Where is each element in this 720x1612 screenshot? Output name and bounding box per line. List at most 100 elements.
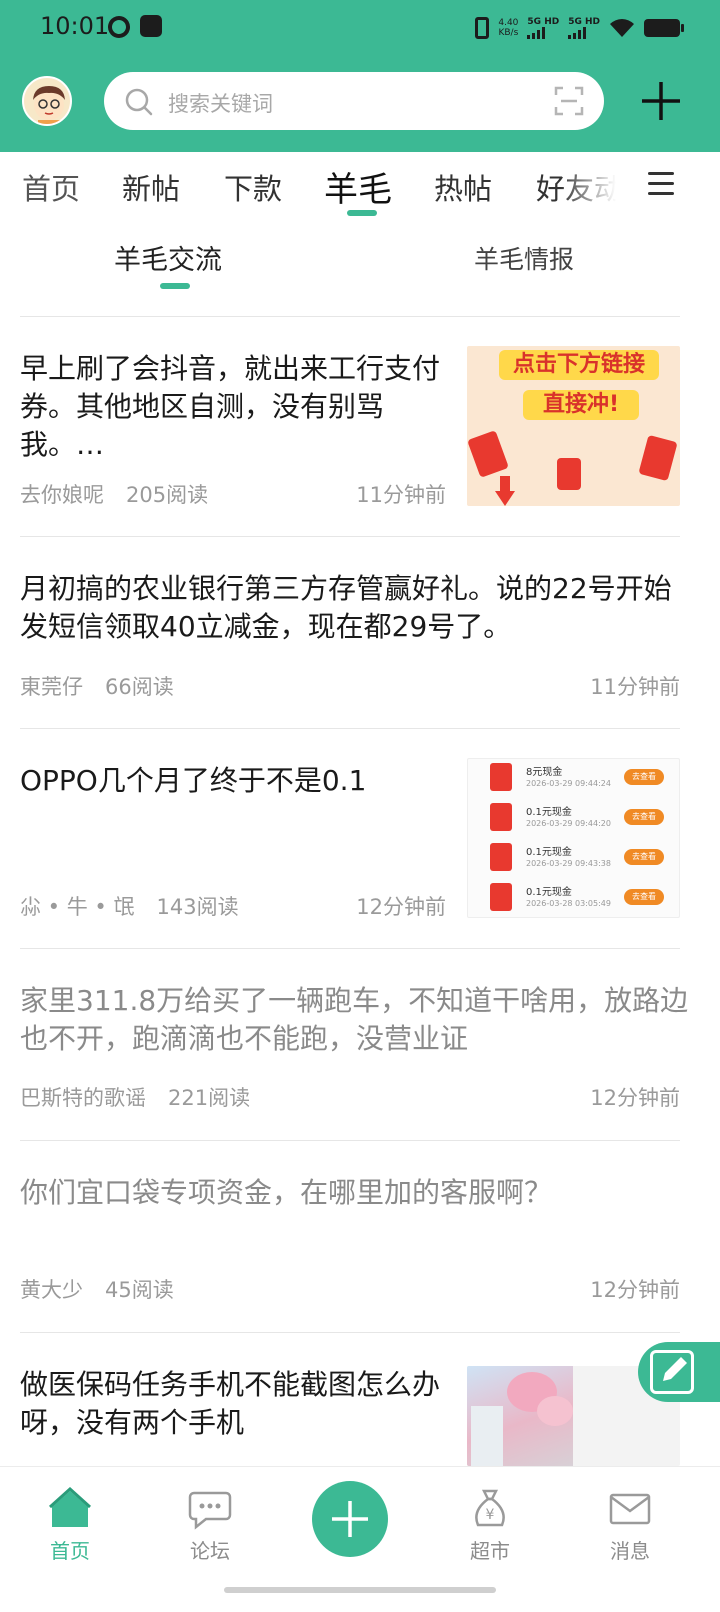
avatar-cartoon-icon bbox=[33, 86, 65, 124]
post-thumbnail: 8元现金 2026-03-29 09:44:24 去查看 0.1元现金 2026… bbox=[467, 758, 680, 918]
post-title: 做医保码任务手机不能截图怎么办呀，没有两个手机 bbox=[20, 1368, 441, 1439]
post-time: 11分钟前 bbox=[590, 675, 680, 699]
bottom-navigation: 首页 论坛 ¥ 超市 消息 bbox=[0, 1466, 720, 1612]
nav-forum[interactable]: 论坛 bbox=[160, 1467, 260, 1577]
money-bag-icon: ¥ bbox=[468, 1487, 512, 1531]
tab-new-posts[interactable]: 新帖 bbox=[122, 166, 180, 208]
reward-row: 0.1元现金 2026-03-28 03:05:49 去查看 bbox=[468, 877, 679, 917]
net-speed-value: 4.40 bbox=[498, 18, 519, 28]
divider bbox=[20, 316, 680, 317]
post-meta: 巴斯特的歌谣 221阅读 bbox=[20, 1082, 250, 1112]
nav-home[interactable]: 首页 bbox=[20, 1467, 120, 1577]
post-reads: 221阅读 bbox=[168, 1086, 251, 1110]
thumb-banner-line1: 点击下方链接 bbox=[499, 350, 659, 380]
signal-icon-2: 5G HD bbox=[568, 17, 600, 39]
nav-messages[interactable]: 消息 bbox=[580, 1467, 680, 1577]
sim2-label: 5G HD bbox=[568, 17, 600, 27]
post-author: 尛 • 牛 • 氓 bbox=[20, 895, 135, 919]
post-author: 黄大少 bbox=[20, 1278, 83, 1302]
post-author: 去你娘呢 bbox=[20, 483, 104, 507]
reward-date: 2026-03-28 03:05:49 bbox=[526, 899, 611, 908]
nav-market[interactable]: ¥ 超市 bbox=[440, 1467, 540, 1577]
post-title: 早上刷了会抖音，就出来工行支付券。其他地区自测，没有别骂我。… bbox=[20, 352, 441, 461]
tab-wool[interactable]: 羊毛 bbox=[324, 162, 392, 211]
nav-home-label: 首页 bbox=[50, 1539, 90, 1563]
post-reads: 143阅读 bbox=[156, 895, 239, 919]
divider bbox=[20, 728, 680, 729]
post-title: 月初搞的农业银行第三方存管赢好礼。说的22号开始发短信领取40立减金，现在都29… bbox=[20, 572, 672, 643]
reward-label: 0.1元现金 bbox=[526, 887, 572, 898]
user-avatar[interactable] bbox=[22, 76, 72, 126]
red-envelope-icon bbox=[638, 434, 678, 482]
search-icon bbox=[124, 87, 154, 121]
red-envelope-icon bbox=[490, 883, 512, 911]
post-reads: 66阅读 bbox=[105, 675, 174, 699]
thumb-banner-line2: 直接冲! bbox=[523, 390, 639, 420]
blossom-shape bbox=[537, 1396, 573, 1426]
post-title: 你们宜口袋专项资金，在哪里加的客服啊？ bbox=[20, 1176, 553, 1209]
reward-row: 0.1元现金 2026-03-29 09:43:38 去查看 bbox=[468, 837, 679, 877]
plus-icon bbox=[332, 1501, 368, 1537]
down-arrow-icon bbox=[495, 476, 515, 506]
add-post-icon[interactable] bbox=[640, 80, 682, 126]
tab-home[interactable]: 首页 bbox=[22, 166, 80, 208]
post-reads: 205阅读 bbox=[126, 483, 209, 507]
battery-icon bbox=[644, 19, 684, 37]
post-meta: 黄大少 45阅读 bbox=[20, 1274, 174, 1304]
search-input[interactable]: 搜索关键词 bbox=[168, 88, 273, 118]
scan-icon[interactable] bbox=[554, 86, 584, 120]
net-speed-unit: KB/s bbox=[498, 28, 519, 38]
divider bbox=[20, 536, 680, 537]
reward-view-button: 去查看 bbox=[624, 889, 664, 905]
active-subtab-indicator bbox=[160, 283, 190, 289]
mail-icon bbox=[608, 1487, 652, 1531]
post-meta: 東莞仔 66阅读 bbox=[20, 671, 174, 701]
post-time: 11分钟前 bbox=[356, 483, 446, 507]
reward-label: 8元现金 bbox=[526, 767, 563, 778]
divider bbox=[20, 1332, 680, 1333]
app-header: 10:01 4.40 KB/s 5G HD 5G HD 搜索关键词 bbox=[0, 0, 720, 152]
red-envelope-icon bbox=[557, 458, 581, 490]
post-title: OPPO几个月了终于不是0.1 bbox=[20, 764, 367, 797]
wifi-icon bbox=[609, 18, 635, 38]
svg-text:¥: ¥ bbox=[486, 1507, 495, 1523]
post-thumbnail: 点击下方链接 直接冲! bbox=[467, 346, 680, 506]
post-author: 東莞仔 bbox=[20, 675, 83, 699]
subtab-wool-exchange[interactable]: 羊毛交流 bbox=[114, 238, 222, 277]
nav-messages-label: 消息 bbox=[610, 1539, 650, 1563]
red-envelope-icon bbox=[490, 843, 512, 871]
signal-icon: 5G HD bbox=[527, 17, 559, 39]
net-speed: 4.40 KB/s bbox=[498, 18, 518, 38]
compose-button[interactable] bbox=[638, 1342, 720, 1402]
post-reads: 45阅读 bbox=[105, 1278, 174, 1302]
active-tab-indicator bbox=[347, 210, 377, 216]
reward-row: 8元现金 2026-03-29 09:44:24 去查看 bbox=[468, 759, 679, 797]
gesture-bar bbox=[224, 1587, 496, 1593]
reward-view-button: 去查看 bbox=[624, 849, 664, 865]
reward-label: 0.1元现金 bbox=[526, 807, 572, 818]
post-meta: 尛 • 牛 • 氓 143阅读 bbox=[20, 891, 239, 921]
create-button[interactable] bbox=[312, 1481, 388, 1557]
building-shape bbox=[471, 1406, 503, 1466]
tab-hot-posts[interactable]: 热帖 bbox=[434, 166, 492, 208]
red-envelope-icon bbox=[467, 430, 509, 478]
home-icon bbox=[48, 1486, 92, 1531]
reward-view-button: 去查看 bbox=[624, 809, 664, 825]
chat-bubble-icon bbox=[188, 1487, 232, 1531]
red-envelope-icon bbox=[490, 763, 512, 791]
post-time: 12分钟前 bbox=[590, 1086, 680, 1110]
tab-loans[interactable]: 下款 bbox=[224, 166, 282, 208]
post-author: 巴斯特的歌谣 bbox=[20, 1086, 146, 1110]
menu-icon[interactable] bbox=[648, 172, 674, 202]
reward-view-button: 去查看 bbox=[624, 769, 664, 785]
nav-forum-label: 论坛 bbox=[190, 1539, 230, 1563]
divider bbox=[20, 1140, 680, 1141]
subtab-wool-intel[interactable]: 羊毛情报 bbox=[474, 240, 574, 276]
reward-date: 2026-03-29 09:43:38 bbox=[526, 859, 611, 868]
status-time: 10:01 bbox=[40, 12, 110, 40]
post-meta: 去你娘呢 205阅读 bbox=[20, 479, 208, 509]
post-time: 12分钟前 bbox=[590, 1278, 680, 1302]
red-envelope-icon bbox=[490, 803, 512, 831]
search-bar[interactable]: 搜索关键词 bbox=[104, 72, 604, 130]
vibrate-icon bbox=[475, 17, 490, 39]
